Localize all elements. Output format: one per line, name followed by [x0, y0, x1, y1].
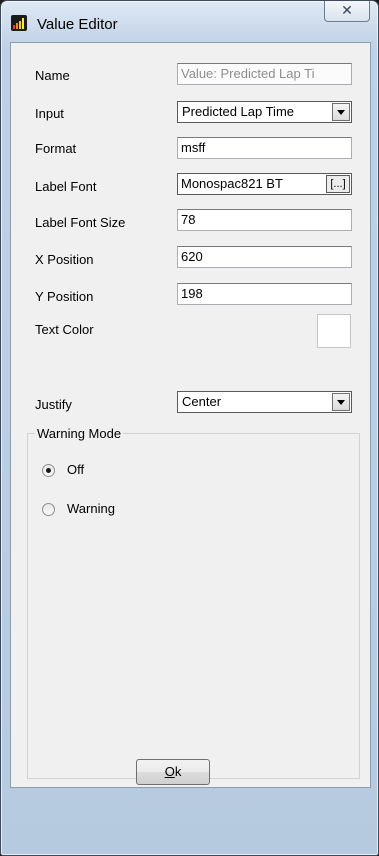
x-position-field[interactable]: 620: [177, 246, 352, 268]
warning-mode-title: Warning Mode: [35, 426, 124, 441]
text-color-label: Text Color: [35, 322, 94, 337]
warning-mode-group: [27, 433, 360, 779]
dropdown-arrow-icon[interactable]: [332, 393, 350, 411]
close-icon: ✕: [341, 2, 353, 18]
browse-font-button[interactable]: [...]: [326, 175, 350, 193]
format-label: Format: [35, 141, 77, 156]
window-title: Value Editor: [37, 16, 118, 33]
input-label: Input: [35, 106, 64, 121]
label-font-value: Monospac821 BT: [181, 176, 283, 191]
format-field[interactable]: msff: [177, 137, 352, 159]
ok-button[interactable]: Ok: [136, 759, 210, 785]
label-font-label: Label Font: [35, 179, 97, 194]
radio-off-label[interactable]: Off: [67, 462, 84, 477]
y-position-field[interactable]: 198: [177, 283, 352, 305]
dropdown-arrow-icon[interactable]: [332, 103, 350, 121]
title-bar[interactable]: Value Editor ✕: [1, 1, 378, 41]
close-button[interactable]: ✕: [324, 1, 370, 22]
app-icon: [11, 15, 27, 31]
input-select-value: Predicted Lap Time: [182, 104, 295, 119]
radio-off[interactable]: [42, 464, 55, 477]
x-position-label: X Position: [35, 252, 94, 267]
label-font-field[interactable]: Monospac821 BT [...]: [177, 173, 352, 195]
name-field: Value: Predicted Lap Ti: [177, 63, 352, 85]
text-color-swatch[interactable]: [317, 314, 351, 348]
ok-label-rest: k: [174, 764, 182, 779]
label-font-size-label: Label Font Size: [35, 215, 126, 230]
radio-warning-label[interactable]: Warning: [67, 501, 115, 516]
ok-mnemonic: O: [164, 764, 175, 779]
justify-select[interactable]: Center: [177, 391, 352, 413]
name-label: Name: [35, 68, 70, 83]
label-font-size-field[interactable]: 78: [177, 209, 352, 231]
y-position-label: Y Position: [35, 289, 94, 304]
justify-select-value: Center: [182, 394, 222, 409]
justify-label: Justify: [35, 397, 72, 412]
radio-warning[interactable]: [42, 503, 55, 516]
dialog-body: Name Value: Predicted Lap Ti Input Predi…: [10, 42, 371, 788]
radio-selected-dot: [46, 468, 51, 473]
input-select[interactable]: Predicted Lap Time: [177, 101, 352, 123]
value-editor-window: Value Editor ✕ Name Value: Predicted Lap…: [0, 0, 379, 856]
